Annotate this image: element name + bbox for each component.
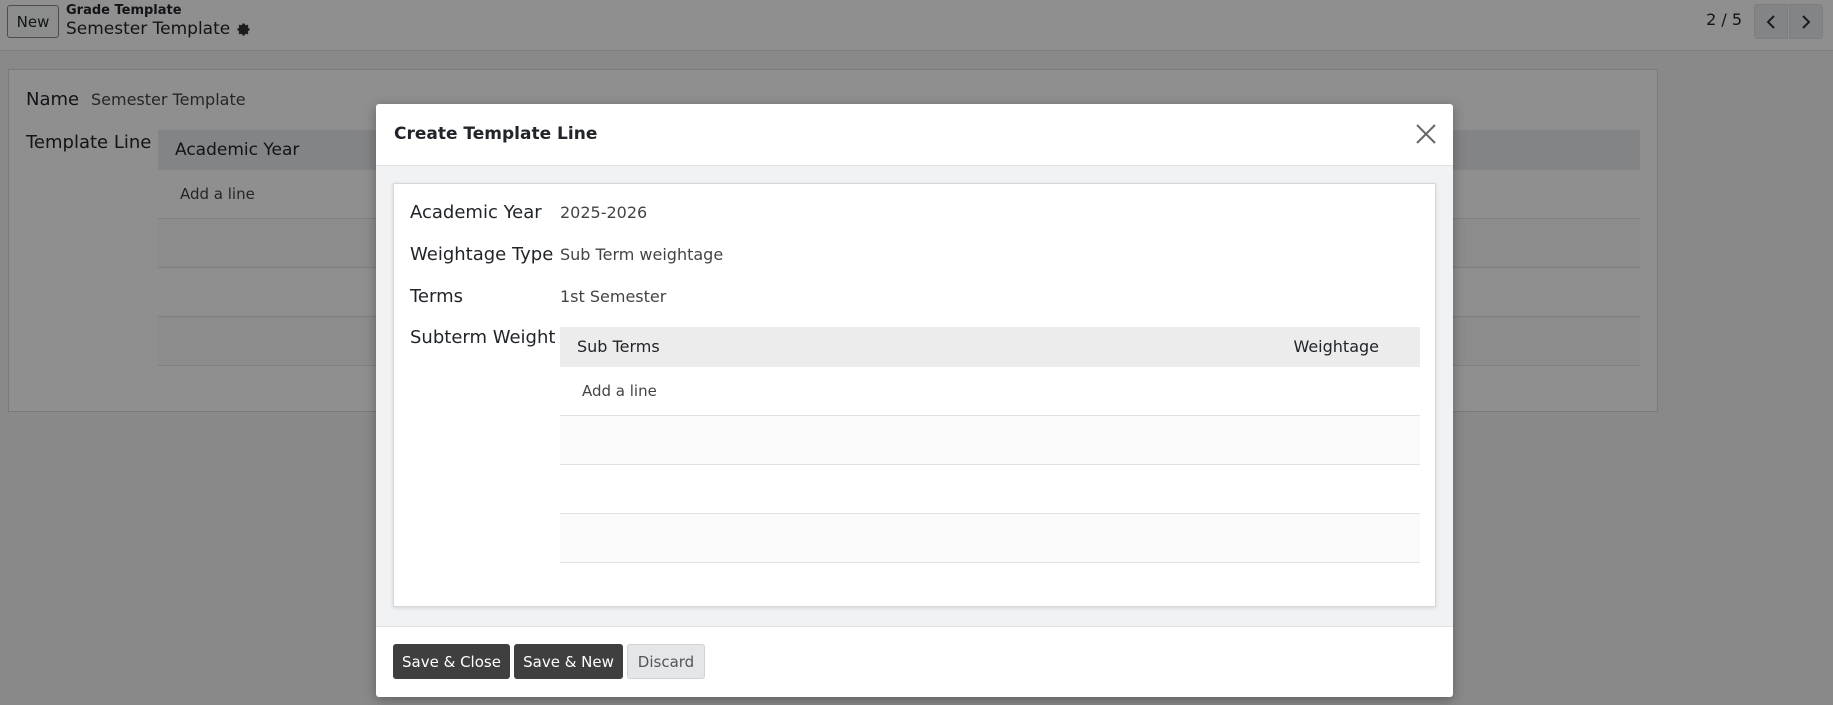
modal-title: Create Template Line (394, 124, 598, 144)
column-header-weightage[interactable]: Weightage (1293, 337, 1379, 356)
add-line-link[interactable]: Add a line (560, 367, 1420, 416)
modal-body: Academic Year 2025-2026 Weightage Type S… (376, 166, 1453, 626)
weightage-type-field[interactable]: Sub Term weightage (560, 245, 723, 264)
save-close-button[interactable]: Save & Close (393, 644, 510, 679)
save-new-button[interactable]: Save & New (514, 644, 623, 679)
subterm-weight-table: Sub Terms Weightage Add a line (560, 327, 1420, 563)
weightage-type-label: Weightage Type (410, 244, 554, 265)
table-row (560, 465, 1420, 514)
column-header-sub-terms[interactable]: Sub Terms (577, 337, 660, 356)
subterm-table-header: Sub Terms Weightage (560, 327, 1420, 367)
subterm-weight-label: Subterm Weight (410, 327, 556, 348)
table-row (560, 514, 1420, 563)
close-icon[interactable] (1414, 122, 1438, 146)
modal-header: Create Template Line (376, 104, 1453, 166)
modal-form-sheet: Academic Year 2025-2026 Weightage Type S… (393, 183, 1436, 607)
academic-year-label: Academic Year (410, 202, 542, 223)
table-row (560, 416, 1420, 465)
create-template-line-dialog: Create Template Line Academic Year 2025-… (376, 104, 1453, 697)
discard-button[interactable]: Discard (627, 644, 705, 679)
terms-label: Terms (410, 286, 464, 307)
terms-field[interactable]: 1st Semester (560, 287, 666, 306)
modal-footer: Save & Close Save & New Discard (376, 626, 1453, 697)
academic-year-field[interactable]: 2025-2026 (560, 203, 647, 222)
